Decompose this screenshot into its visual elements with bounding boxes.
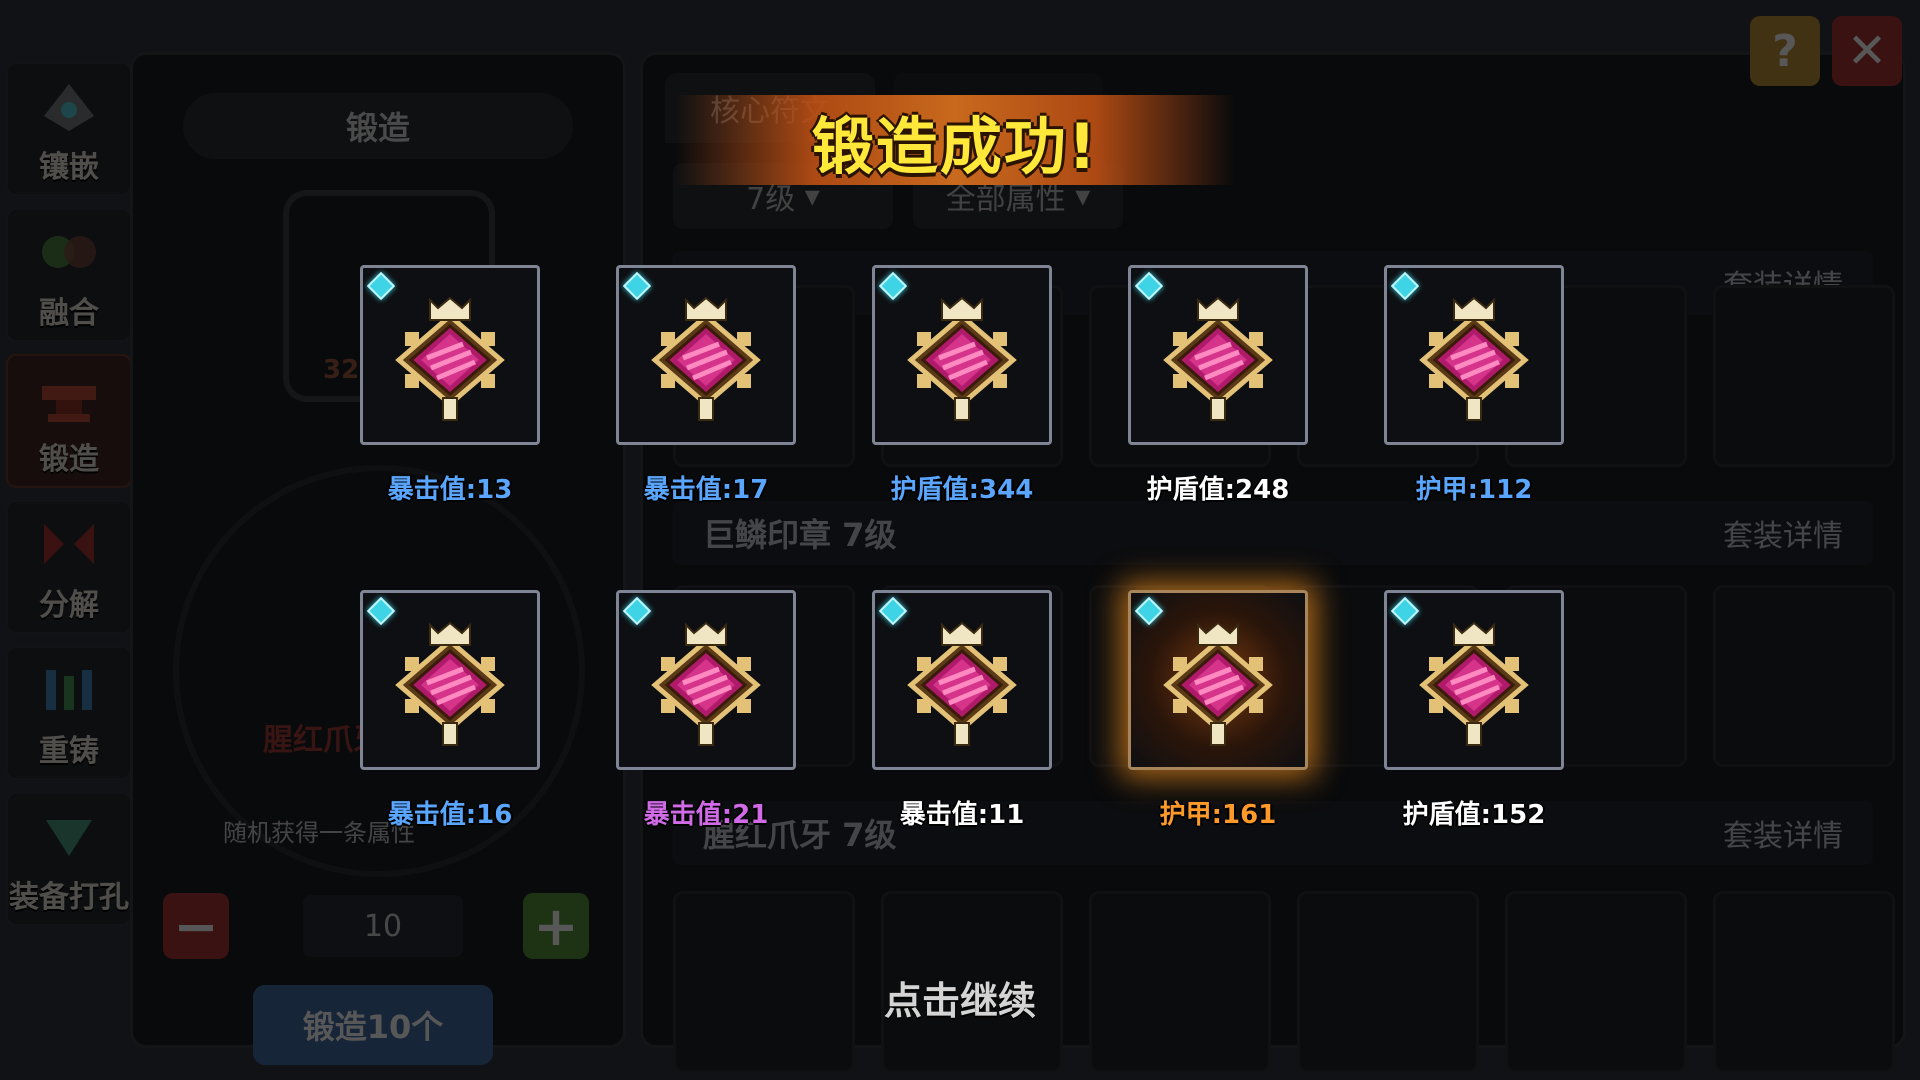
result-item-card[interactable]: [1128, 265, 1308, 445]
result-stat-label: 护甲:161: [1159, 800, 1277, 830]
result-stat-label: 暴击值:13: [387, 475, 513, 505]
result-item-card[interactable]: [872, 265, 1052, 445]
crimson-rune-icon: [1419, 621, 1529, 746]
forge-result-overlay[interactable]: 锻造成功! 暴击值:13 暴击值:17 护盾值:344 护盾值:248 护甲:112 暴击…: [0, 0, 1920, 1080]
result-stat-label: 护盾值:248: [1146, 475, 1290, 505]
crimson-rune-icon: [1419, 296, 1529, 421]
result-item-card[interactable]: [360, 590, 540, 770]
crimson-rune-icon: [395, 621, 505, 746]
crimson-rune-icon: [1163, 621, 1273, 746]
tap-to-continue[interactable]: 点击继续: [860, 970, 1060, 1025]
crimson-rune-icon: [651, 296, 761, 421]
crimson-rune-icon: [907, 296, 1017, 421]
result-item-card[interactable]: [616, 590, 796, 770]
crimson-rune-icon: [1163, 296, 1273, 421]
result-stat-label: 护盾值:152: [1402, 800, 1546, 830]
result-stat-label: 暴击值:21: [643, 800, 769, 830]
result-stat-label: 护盾值:344: [890, 475, 1034, 505]
result-item-card[interactable]: [872, 590, 1052, 770]
result-item-card[interactable]: [1128, 590, 1308, 770]
forge-success-title: 锻造成功!: [811, 110, 1099, 183]
crimson-rune-icon: [395, 296, 505, 421]
result-stat-label: 暴击值:17: [643, 475, 769, 505]
result-stat-label: 护甲:112: [1415, 475, 1533, 505]
result-item-card[interactable]: [616, 265, 796, 445]
result-item-card[interactable]: [1384, 265, 1564, 445]
crimson-rune-icon: [907, 621, 1017, 746]
crimson-rune-icon: [651, 621, 761, 746]
result-item-card[interactable]: [1384, 590, 1564, 770]
result-stat-label: 暴击值:16: [387, 800, 513, 830]
result-stat-label: 暴击值:11: [899, 800, 1025, 830]
result-item-card[interactable]: [360, 265, 540, 445]
